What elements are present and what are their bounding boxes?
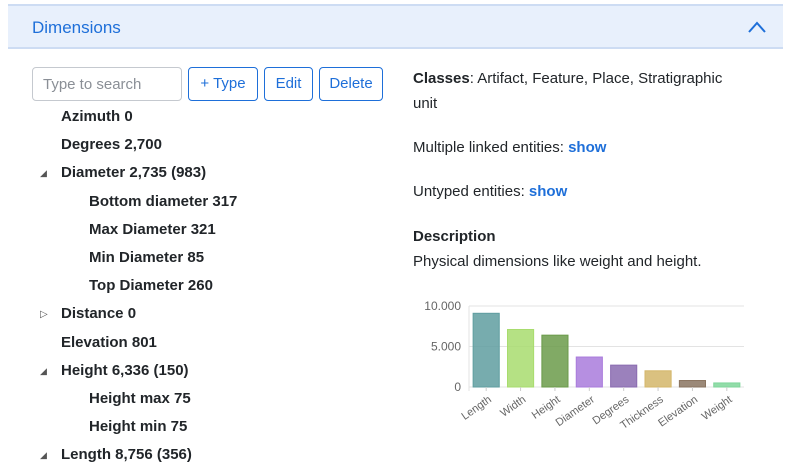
tree-node[interactable]: Height max 75 [89,390,191,407]
tree-node[interactable]: Elevation 801 [61,334,157,351]
tree-node[interactable]: Max Diameter 321 [89,221,216,238]
description-text: Physical dimensions like weight and heig… [413,253,702,270]
tree-node[interactable]: Length 8,756 (356) [61,446,192,463]
edit-button[interactable]: Edit [264,67,313,101]
x-tick-label: Length [459,394,493,423]
x-tick-label: Width [498,394,528,420]
linked-entities-show-link[interactable]: show [568,139,606,156]
tree-node[interactable]: Min Diameter 85 [89,249,204,266]
y-tick-label: 10.000 [424,299,461,313]
caret-expanded-icon[interactable]: ◢ [40,450,47,461]
y-tick-label: 5.000 [431,340,461,354]
caret-collapsed-icon[interactable]: ▷ [40,309,48,320]
classes-label: Classes [413,70,470,87]
tree-node[interactable]: Azimuth 0 [61,108,133,125]
bar [507,328,535,388]
caret-expanded-icon[interactable]: ◢ [40,366,47,377]
panel-header[interactable]: Dimensions [8,4,783,49]
linked-entities-label: Multiple linked entities: [413,139,569,156]
bar [644,370,672,388]
tree-node[interactable]: Height min 75 [89,418,187,435]
bar [575,356,603,388]
caret-expanded-icon[interactable]: ◢ [40,168,47,179]
panel-title: Dimensions [32,18,121,37]
dimensions-bar-chart: 10.0005.0000Length Width HeightDiameterDeg… [424,299,744,432]
tree-node[interactable]: Bottom diameter 317 [89,193,237,210]
chevron-up-icon[interactable] [747,20,767,34]
tree-node[interactable]: Distance 0 [61,305,136,322]
x-tick-label: Elevation [656,394,700,430]
classes-line-continued: unit [413,95,438,112]
x-tick-label: Weight [700,394,735,423]
delete-button[interactable]: Delete [319,67,383,101]
description-heading: Description [413,228,496,245]
untyped-entities-line: Untyped entities: show [413,183,567,200]
bar [541,334,569,388]
linked-entities-line: Multiple linked entities: show [413,139,606,156]
untyped-entities-label: Untyped entities: [413,183,529,200]
classes-values: : Artifact, Feature, Place, Stratigraphi… [469,70,723,87]
bar [610,364,638,388]
classes-line: Classes: Artifact, Feature, Place, Strat… [413,70,722,87]
tree-node[interactable]: Diameter 2,735 (983) [61,164,206,181]
bar [472,312,500,388]
search-input[interactable] [32,67,182,101]
bar [713,382,741,388]
tree-node[interactable]: Top Diameter 260 [89,277,213,294]
tree-node[interactable]: Height 6,336 (150) [61,362,189,379]
bar [678,380,706,388]
add-type-button[interactable]: + Type [188,67,258,101]
y-tick-label: 0 [454,380,461,394]
x-tick-label: Diameter [554,393,598,429]
tree-node[interactable]: Degrees 2,700 [61,136,162,153]
untyped-entities-show-link[interactable]: show [529,183,567,200]
